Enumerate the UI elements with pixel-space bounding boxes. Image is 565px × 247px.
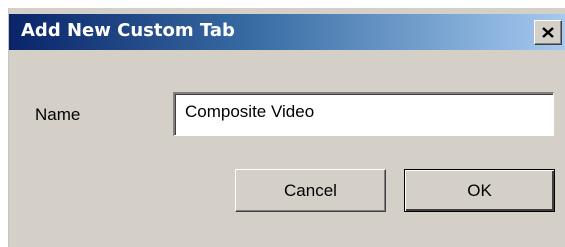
title-bar[interactable]: Add New Custom Tab — [9, 14, 565, 50]
dialog-title: Add New Custom Tab — [21, 20, 235, 41]
ok-button[interactable]: OK — [404, 169, 555, 212]
close-button[interactable] — [534, 20, 562, 45]
name-label: Name — [35, 105, 81, 124]
cancel-button[interactable]: Cancel — [235, 169, 386, 212]
add-custom-tab-dialog: Add New Custom Tab Name Cancel OK — [8, 8, 565, 247]
name-input[interactable] — [173, 92, 554, 136]
close-icon — [542, 27, 554, 38]
